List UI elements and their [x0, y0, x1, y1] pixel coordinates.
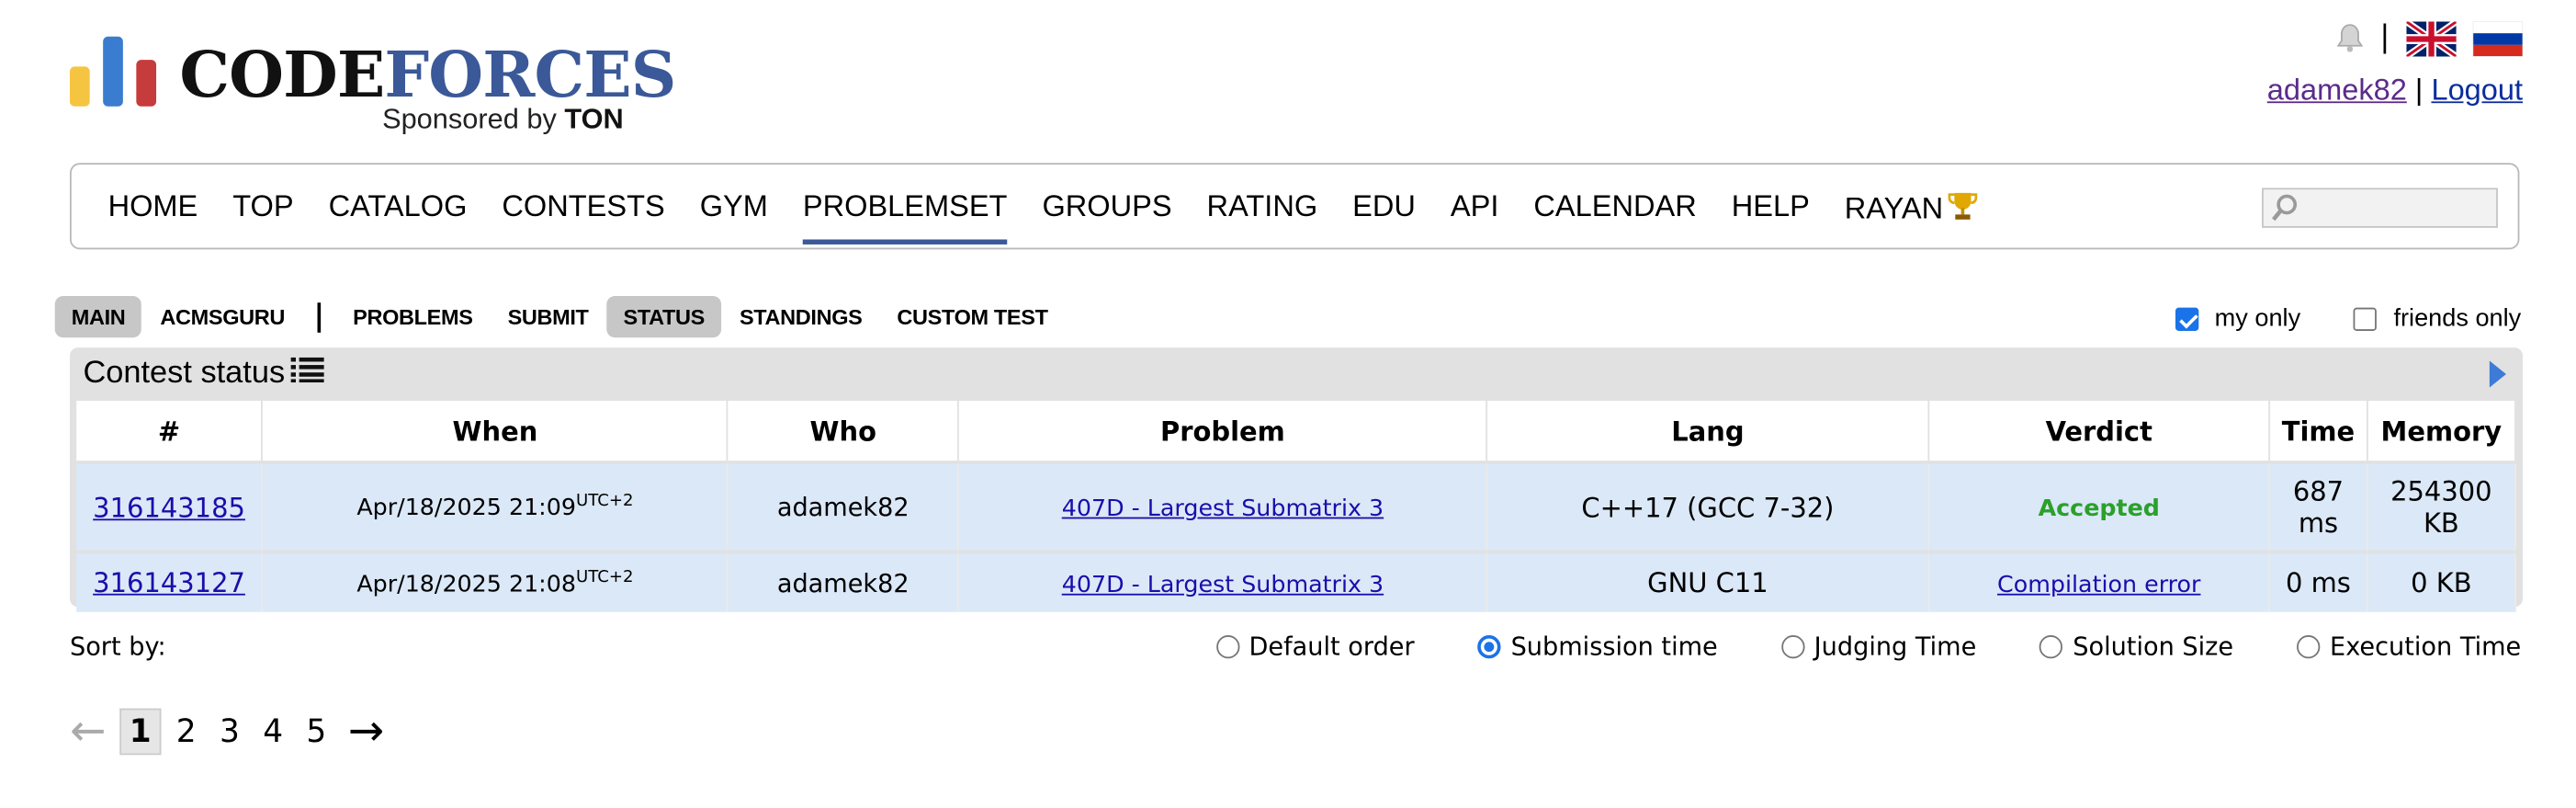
menu-item-rayan[interactable]: RAYAN — [1845, 189, 1980, 231]
username-link[interactable]: adamek82 — [2267, 74, 2407, 107]
search-icon — [2270, 193, 2300, 230]
table-row: 316143185 Apr/18/2025 21:09UTC+2 adamek8… — [76, 461, 2516, 552]
menu-item-gym[interactable]: GYM — [700, 189, 768, 231]
expand-arrow-icon[interactable] — [2489, 360, 2506, 388]
page-5[interactable]: 5 — [298, 710, 334, 753]
column-header-who: Who — [728, 400, 960, 462]
submission-memory: 0 KB — [2367, 550, 2516, 612]
menu-item-problemset[interactable]: PROBLEMSET — [802, 189, 1008, 245]
uk-flag-icon[interactable] — [2406, 20, 2457, 56]
menu-item-help[interactable]: HELP — [1732, 189, 1810, 231]
menu-item-rating[interactable]: RATING — [1207, 189, 1318, 231]
my-only-checkbox[interactable] — [2175, 306, 2198, 331]
table-row: 316143127 Apr/18/2025 21:08UTC+2 adamek8… — [76, 550, 2516, 612]
sort-option-submission-time[interactable]: Submission time — [1477, 632, 1718, 662]
submenu-acmsguru[interactable]: ACMSGURU — [143, 296, 301, 337]
pagination: ← 1 2 3 4 5 → — [69, 706, 384, 757]
submission-lang: C++17 (GCC 7-32) — [1486, 461, 1930, 552]
sort-options: Default order Submission time Judging Ti… — [1153, 632, 2521, 662]
menu-item-catalog[interactable]: CATALOG — [329, 189, 468, 231]
icon-row: | — [2267, 17, 2524, 60]
page-3[interactable]: 3 — [211, 710, 248, 753]
submenu-problems[interactable]: PROBLEMS — [336, 296, 490, 337]
menu-item-groups[interactable]: GROUPS — [1042, 189, 1171, 231]
friends-only-checkbox[interactable] — [2354, 306, 2378, 331]
submission-lang: GNU C11 — [1486, 550, 1930, 612]
next-page-arrow-icon[interactable]: → — [348, 710, 384, 753]
submenu-standings[interactable]: STANDINGS — [723, 296, 879, 337]
panel-title: Contest status — [83, 356, 325, 393]
menu-item-calendar[interactable]: CALENDAR — [1533, 189, 1696, 231]
column-header-time: Time — [2269, 400, 2368, 462]
submission-time: 0 ms — [2269, 550, 2368, 612]
list-icon[interactable] — [291, 356, 325, 393]
menu-item-api[interactable]: API — [1451, 189, 1498, 231]
submenu-submit[interactable]: SUBMIT — [491, 296, 604, 337]
sort-radio-selected[interactable] — [1477, 635, 1501, 659]
user-links: adamek82 | Logout — [2267, 74, 2523, 108]
sponsor-text: Sponsored by TON — [382, 103, 624, 135]
page-1: 1 — [119, 708, 162, 756]
submenu-divider — [318, 302, 322, 332]
submission-time: 687 ms — [2269, 461, 2368, 552]
logout-link[interactable]: Logout — [2431, 74, 2523, 107]
menu-item-rayan-label: RAYAN — [1844, 191, 1944, 225]
verdict-compilation-error-link[interactable]: Compilation error — [1997, 571, 2200, 597]
submenu-main[interactable]: MAIN — [54, 296, 142, 338]
sort-by-label: Sort by: — [69, 632, 166, 662]
sort-option-execution-time[interactable]: Execution Time — [2296, 632, 2521, 662]
logo-title: CODEFORCES — [179, 36, 676, 112]
column-header-id: # — [76, 400, 264, 462]
problem-link[interactable]: 407D - Largest Submatrix 3 — [1062, 495, 1384, 522]
status-table: # When Who Problem Lang Verdict Time Mem… — [76, 400, 2516, 612]
column-header-when: When — [262, 400, 729, 462]
sort-option-judging-time[interactable]: Judging Time — [1780, 632, 1976, 662]
menu-item-edu[interactable]: EDU — [1352, 189, 1416, 231]
sort-radio[interactable] — [1215, 635, 1239, 659]
separator: | — [2379, 19, 2390, 55]
menu-item-top[interactable]: TOP — [232, 189, 293, 231]
my-only-label: my only — [2214, 304, 2301, 333]
menu-item-home[interactable]: HOME — [108, 189, 198, 231]
friends-only-label: friends only — [2393, 304, 2522, 333]
contest-status-panel: Contest status # When Who Problem Lang V… — [69, 347, 2524, 612]
submenu-status[interactable]: STATUS — [606, 296, 722, 338]
sort-radio[interactable] — [1780, 635, 1804, 659]
submission-when: Apr/18/2025 21:09UTC+2 — [262, 461, 729, 552]
separator: | — [2414, 73, 2423, 107]
verdict-accepted: Accepted — [2038, 495, 2160, 523]
sort-radio[interactable] — [2039, 635, 2063, 659]
column-header-verdict: Verdict — [1928, 400, 2271, 462]
problem-link[interactable]: 407D - Largest Submatrix 3 — [1062, 571, 1384, 597]
menu-item-contests[interactable]: CONTESTS — [502, 189, 664, 231]
sort-option-default[interactable]: Default order — [1215, 632, 1415, 662]
status-filters: my only friends only — [2175, 304, 2521, 333]
sort-option-solution-size[interactable]: Solution Size — [2039, 632, 2233, 662]
table-header-row: # When Who Problem Lang Verdict Time Mem… — [76, 400, 2516, 462]
submission-when: Apr/18/2025 21:08UTC+2 — [262, 550, 729, 612]
submission-id-link[interactable]: 316143127 — [93, 567, 245, 598]
bell-icon[interactable] — [2336, 23, 2364, 53]
second-level-menu: MAIN ACMSGURU PROBLEMS SUBMIT STATUS STA… — [54, 296, 1067, 338]
column-header-lang: Lang — [1486, 400, 1930, 462]
ru-flag-icon[interactable] — [2472, 20, 2524, 56]
logo-bars-icon — [69, 36, 160, 107]
sort-radio[interactable] — [2296, 635, 2321, 659]
page-4[interactable]: 4 — [254, 710, 291, 753]
user-area: | adamek82 | Logout — [2267, 17, 2524, 108]
submission-who[interactable]: adamek82 — [728, 461, 960, 552]
submission-memory: 254300 KB — [2367, 461, 2516, 552]
main-menu: HOME TOP CATALOG CONTESTS GYM PROBLEMSET… — [69, 163, 2520, 250]
page: CODEFORCES Sponsored by TON | adamek82 |… — [0, 0, 2576, 808]
column-header-problem: Problem — [958, 400, 1488, 462]
prev-page-arrow-icon: ← — [69, 706, 107, 757]
page-2[interactable]: 2 — [168, 710, 205, 753]
trophy-icon — [1947, 189, 1980, 231]
search-input[interactable] — [2262, 188, 2498, 230]
submenu-custom-test[interactable]: CUSTOM TEST — [880, 296, 1064, 337]
submission-who[interactable]: adamek82 — [728, 550, 960, 612]
submission-id-link[interactable]: 316143185 — [93, 492, 245, 523]
column-header-memory: Memory — [2367, 400, 2516, 462]
